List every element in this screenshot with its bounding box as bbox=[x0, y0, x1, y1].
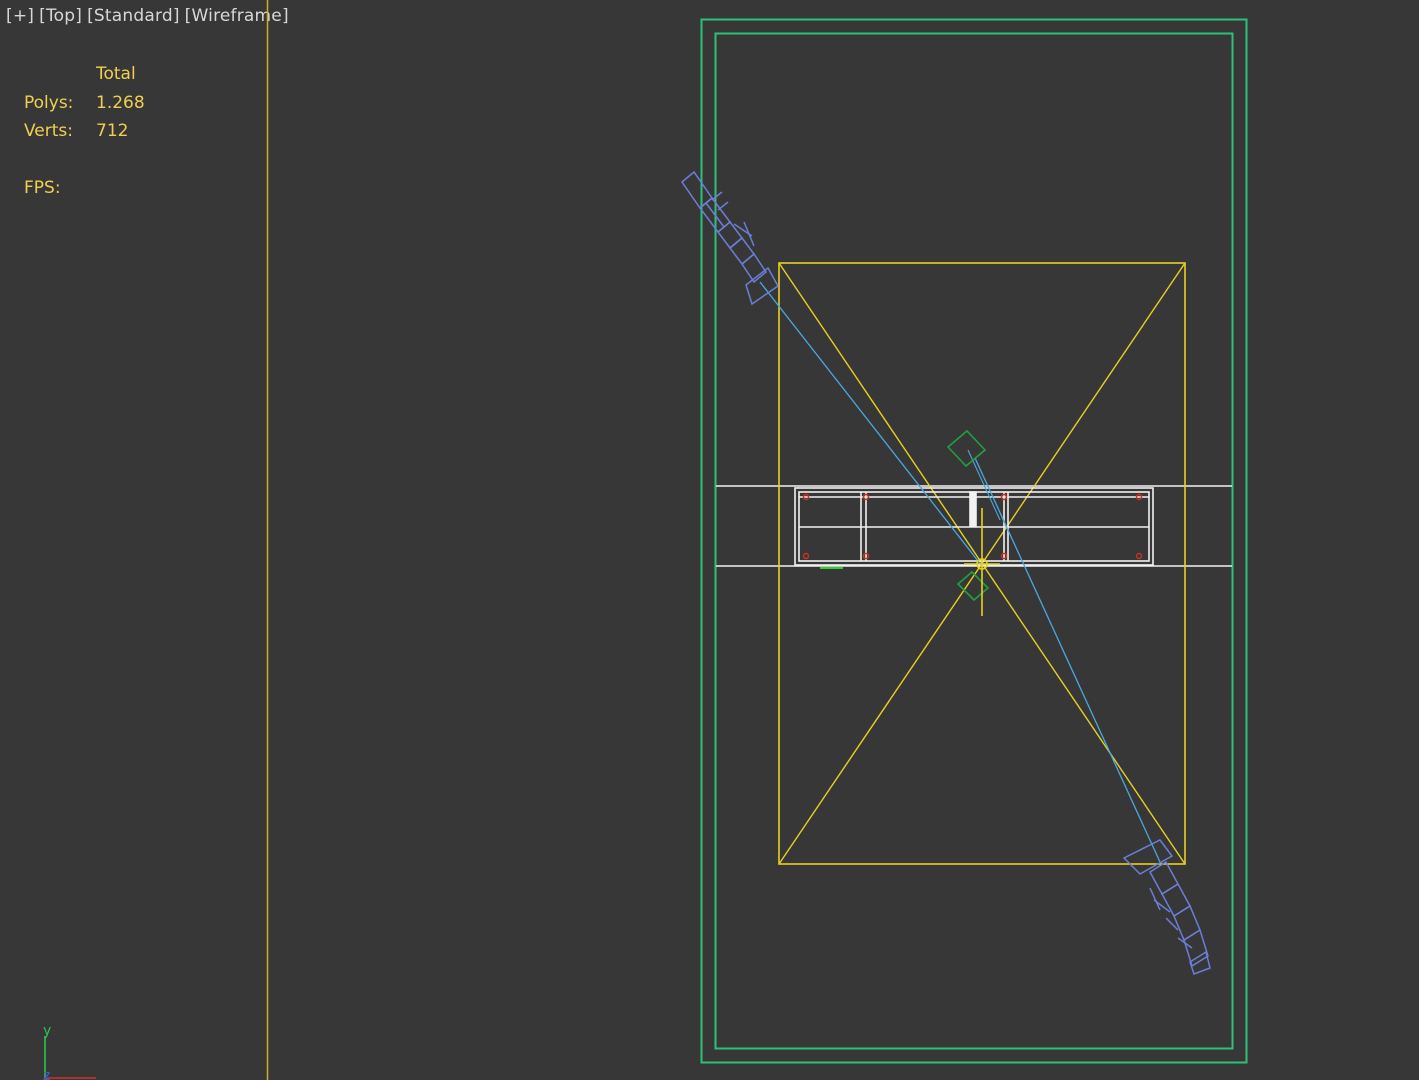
outer-bounds-frame[interactable] bbox=[700, 18, 1248, 1064]
camera-top-left[interactable] bbox=[680, 170, 779, 306]
camera-target-line-1 bbox=[759, 281, 983, 567]
scene-wireframe[interactable]: y z bbox=[0, 0, 1419, 1080]
axis-y-label: y bbox=[43, 1023, 51, 1039]
inner-bounds-frame[interactable] bbox=[714, 32, 1234, 1050]
axis-z-label: z bbox=[43, 1068, 50, 1080]
cabinet-object[interactable] bbox=[794, 487, 1154, 566]
axis-gizmo: y z bbox=[43, 1023, 96, 1080]
camera-target-line-2 bbox=[974, 457, 1161, 863]
camera-bottom-right[interactable] bbox=[1122, 839, 1211, 975]
top-viewport[interactable]: [+] [Top] [Standard] [Wireframe] Total Poly… bbox=[0, 0, 1419, 1080]
